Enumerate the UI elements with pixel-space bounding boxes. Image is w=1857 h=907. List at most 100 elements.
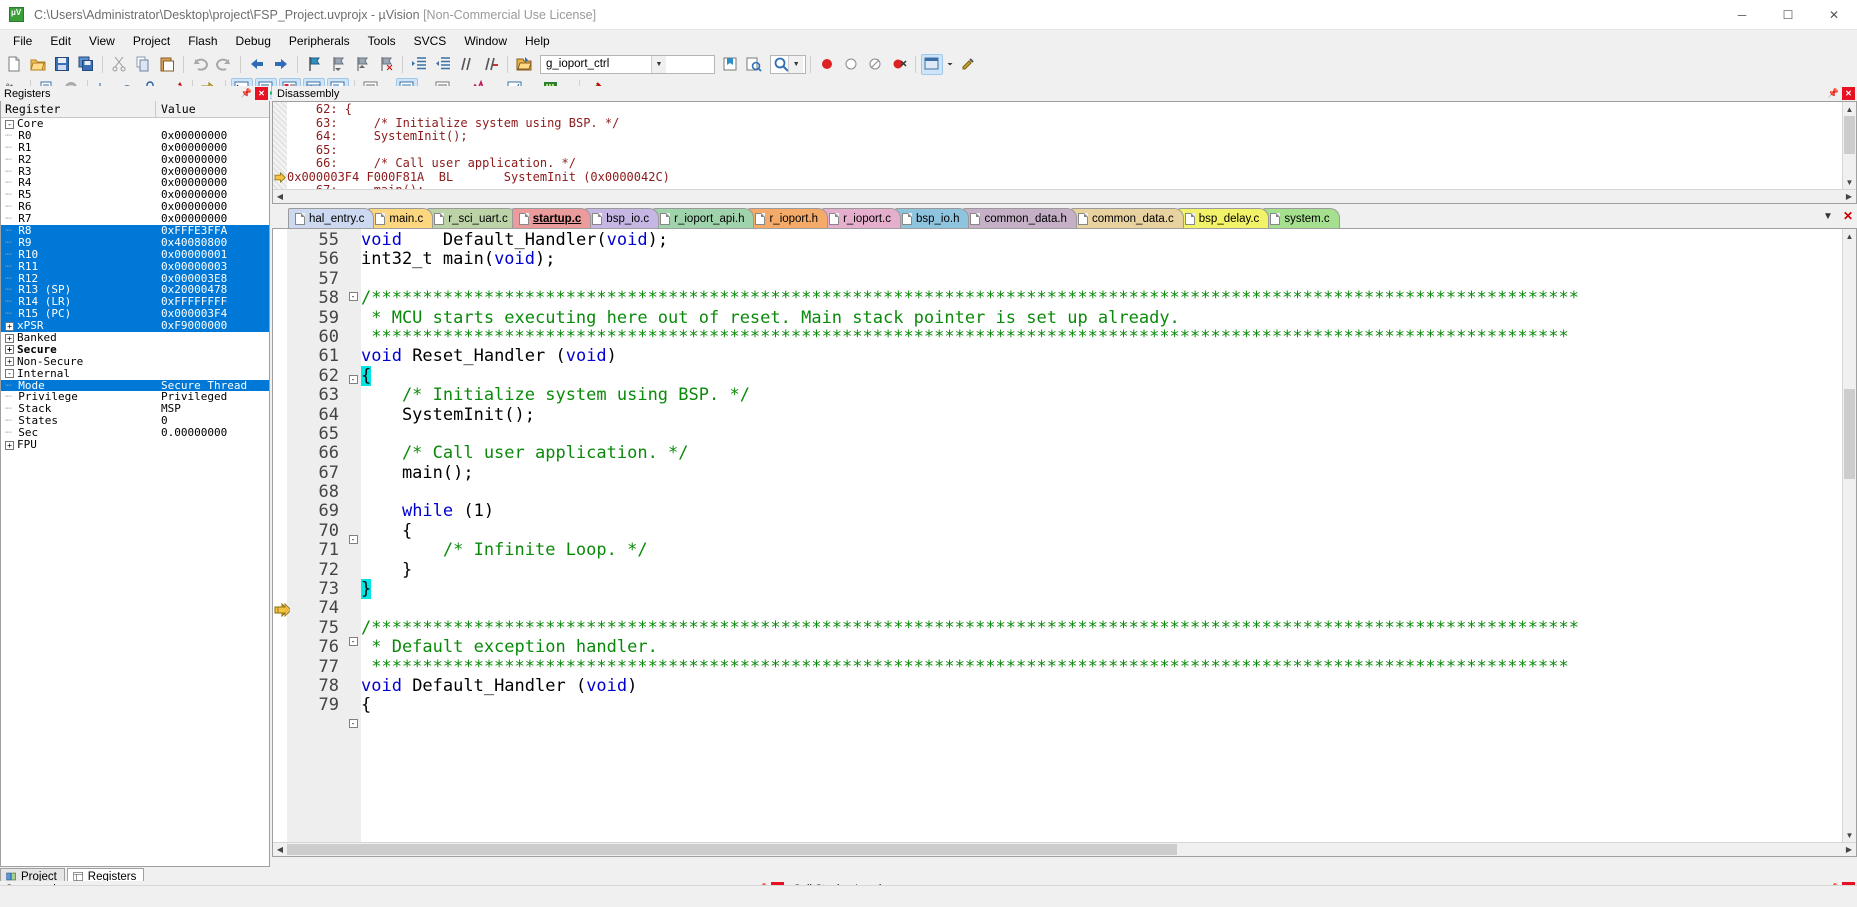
expand-toggle-icon[interactable]: + (5, 333, 14, 343)
scroll-up-icon[interactable]: ▲ (1843, 229, 1856, 243)
register-row[interactable]: ┈ States 0 (1, 415, 269, 427)
scroll-left-icon[interactable]: ◀ (273, 190, 287, 203)
register-row[interactable]: ┈ R3 0x00000000 (1, 165, 269, 178)
code-folding-gutter[interactable]: - - - - - (345, 229, 361, 842)
menu-file[interactable]: File (4, 31, 41, 51)
fold-marker[interactable]: - (345, 719, 361, 738)
search-chevron-icon[interactable]: ▼ (788, 55, 803, 73)
collapse-block-icon[interactable]: - (348, 374, 358, 384)
register-row[interactable]: ┈ R10 0x00000001 (1, 248, 269, 261)
code-line[interactable]: { (361, 365, 1842, 386)
menu-peripherals[interactable]: Peripherals (280, 31, 359, 51)
code-line[interactable] (361, 425, 1842, 444)
editor-tab-hal-entry-c[interactable]: hal_entry.c (288, 208, 375, 228)
code-editor[interactable]: 55 56 57 58 59 60 61 62 63 64 65 66 67 68 69 70 71 72 73 74… (272, 228, 1857, 857)
editor-tab-main-c[interactable]: main.c (368, 208, 434, 228)
code-line[interactable] (361, 270, 1842, 289)
register-row[interactable]: + Non-Secure (1, 355, 269, 368)
scroll-right-icon[interactable]: ▶ (1842, 843, 1856, 856)
disassembly-body[interactable]: 62: { 63: /* Initialize system using BSP… (272, 101, 1857, 204)
collapse-block-icon[interactable]: - (348, 719, 358, 729)
disassembly-line[interactable]: 64: SystemInit(); (287, 129, 1842, 144)
kill-all-breakpoints-icon[interactable] (888, 54, 910, 75)
new-file-icon[interactable] (3, 54, 25, 75)
close-tab-icon[interactable]: ✕ (1841, 207, 1855, 225)
symbol-combo[interactable]: g_ioport_ctrl ▼ (540, 54, 715, 74)
editor-tab-common-data-h[interactable]: common_data.h (963, 208, 1077, 228)
code-line[interactable]: void Default_Handler(void); (361, 230, 1842, 250)
scroll-down-icon[interactable]: ▼ (1843, 175, 1856, 189)
register-row[interactable]: - Internal (1, 367, 269, 380)
breakpoint-gutter[interactable] (273, 229, 287, 842)
collapse-toggle-icon[interactable]: - (5, 119, 14, 129)
cut-icon[interactable] (108, 54, 130, 75)
open-project-folder-icon[interactable] (513, 54, 535, 75)
open-file-icon[interactable] (27, 54, 49, 75)
fold-marker[interactable]: - (345, 292, 361, 311)
disassembly-line[interactable]: 63: /* Initialize system using BSP. */ (287, 116, 1842, 131)
save-all-icon[interactable] (75, 54, 97, 75)
bookmark-prev-icon[interactable] (327, 54, 349, 75)
editor-tab-r-sci-uart-c[interactable]: r_sci_uart.c (427, 208, 518, 228)
code-line[interactable] (361, 599, 1842, 618)
bookmark-clear-icon[interactable] (375, 54, 397, 75)
editor-tab-bsp-delay-c[interactable]: bsp_delay.c (1177, 208, 1270, 228)
redo-icon[interactable] (213, 54, 235, 75)
code-line[interactable]: ****************************************… (361, 327, 1842, 347)
code-line[interactable]: main(); (361, 463, 1842, 483)
menu-project[interactable]: Project (124, 31, 179, 51)
vscroll-thumb[interactable] (1844, 389, 1855, 479)
navigate-forward-icon[interactable] (270, 54, 292, 75)
tab-scroll-chevron-icon[interactable]: ▼ (1821, 207, 1835, 225)
disassembly-vscrollbar[interactable]: ▲ ▼ (1842, 102, 1856, 189)
column-header-register[interactable]: Register (1, 101, 156, 117)
comment-icon[interactable] (456, 54, 478, 75)
maximize-button[interactable]: ☐ (1765, 0, 1811, 30)
copy-icon[interactable] (132, 54, 154, 75)
menu-edit[interactable]: Edit (41, 31, 80, 51)
expand-toggle-icon[interactable]: + (5, 345, 14, 355)
scroll-left-icon[interactable]: ◀ (273, 843, 287, 856)
disassembly-code[interactable]: 62: { 63: /* Initialize system using BSP… (287, 102, 1842, 189)
disassembly-line[interactable]: 62: { (287, 102, 1842, 117)
code-text-area[interactable]: void Default_Handler(void); int32_t main(… (361, 229, 1842, 842)
column-header-value[interactable]: Value (156, 101, 269, 117)
editor-tab-startup-c[interactable]: startup.c (511, 208, 592, 228)
minimize-button[interactable]: ─ (1719, 0, 1765, 30)
expand-toggle-icon[interactable]: + (5, 440, 14, 450)
manage-windows-icon[interactable] (921, 53, 943, 75)
register-row[interactable]: ┈ R6 0x00000000 (1, 201, 269, 213)
code-line[interactable]: * MCU starts executing here out of reset… (361, 308, 1842, 328)
menu-debug[interactable]: Debug (227, 31, 280, 51)
breakpoint-icon[interactable] (816, 54, 838, 75)
editor-vscrollbar[interactable]: ▲ ▼ (1842, 229, 1856, 842)
close-icon[interactable]: ✕ (255, 87, 268, 100)
editor-tab-bsp-io-h[interactable]: bsp_io.h (895, 208, 970, 228)
register-row[interactable]: ┈ R0 0x00000000 (1, 129, 269, 142)
code-line[interactable]: ****************************************… (361, 657, 1842, 677)
fold-marker[interactable]: - (345, 374, 361, 394)
disassembly-line[interactable]: 66: /* Call user application. */ (287, 156, 1842, 171)
disassembly-hscrollbar[interactable]: ◀ ▶ (273, 189, 1856, 203)
editor-tab-r-ioport-h[interactable]: r_ioport.h (748, 208, 829, 228)
paste-icon[interactable] (156, 54, 178, 75)
code-line[interactable]: /* Initialize system using BSP. */ (361, 385, 1842, 405)
register-row[interactable]: ┈ R2 0x00000000 (1, 153, 269, 166)
disassembly-line[interactable]: 65: (287, 143, 1842, 158)
expand-toggle-icon[interactable]: + (5, 321, 14, 331)
register-row[interactable]: ┈ R1 0x00000000 (1, 141, 269, 154)
expand-toggle-icon[interactable]: + (5, 357, 14, 367)
register-row[interactable]: ┈ R5 0x00000000 (1, 189, 269, 201)
editor-hscrollbar[interactable]: ◀ ▶ (273, 842, 1856, 856)
find-in-files-icon[interactable] (743, 54, 765, 75)
code-line[interactable]: int32_t main(void); (361, 250, 1842, 269)
code-line[interactable]: while (1) (361, 502, 1842, 521)
code-line[interactable]: void Default_Handler (void) (361, 676, 1842, 696)
menu-svcs[interactable]: SVCS (405, 31, 456, 51)
configure-icon[interactable] (957, 54, 979, 75)
navigate-back-icon[interactable] (246, 54, 268, 75)
register-row[interactable]: ┈ R11 0x00000003 (1, 260, 269, 273)
vscroll-thumb[interactable] (1844, 116, 1855, 154)
menu-window[interactable]: Window (455, 31, 516, 51)
pin-icon[interactable]: 📌 (1827, 87, 1840, 100)
